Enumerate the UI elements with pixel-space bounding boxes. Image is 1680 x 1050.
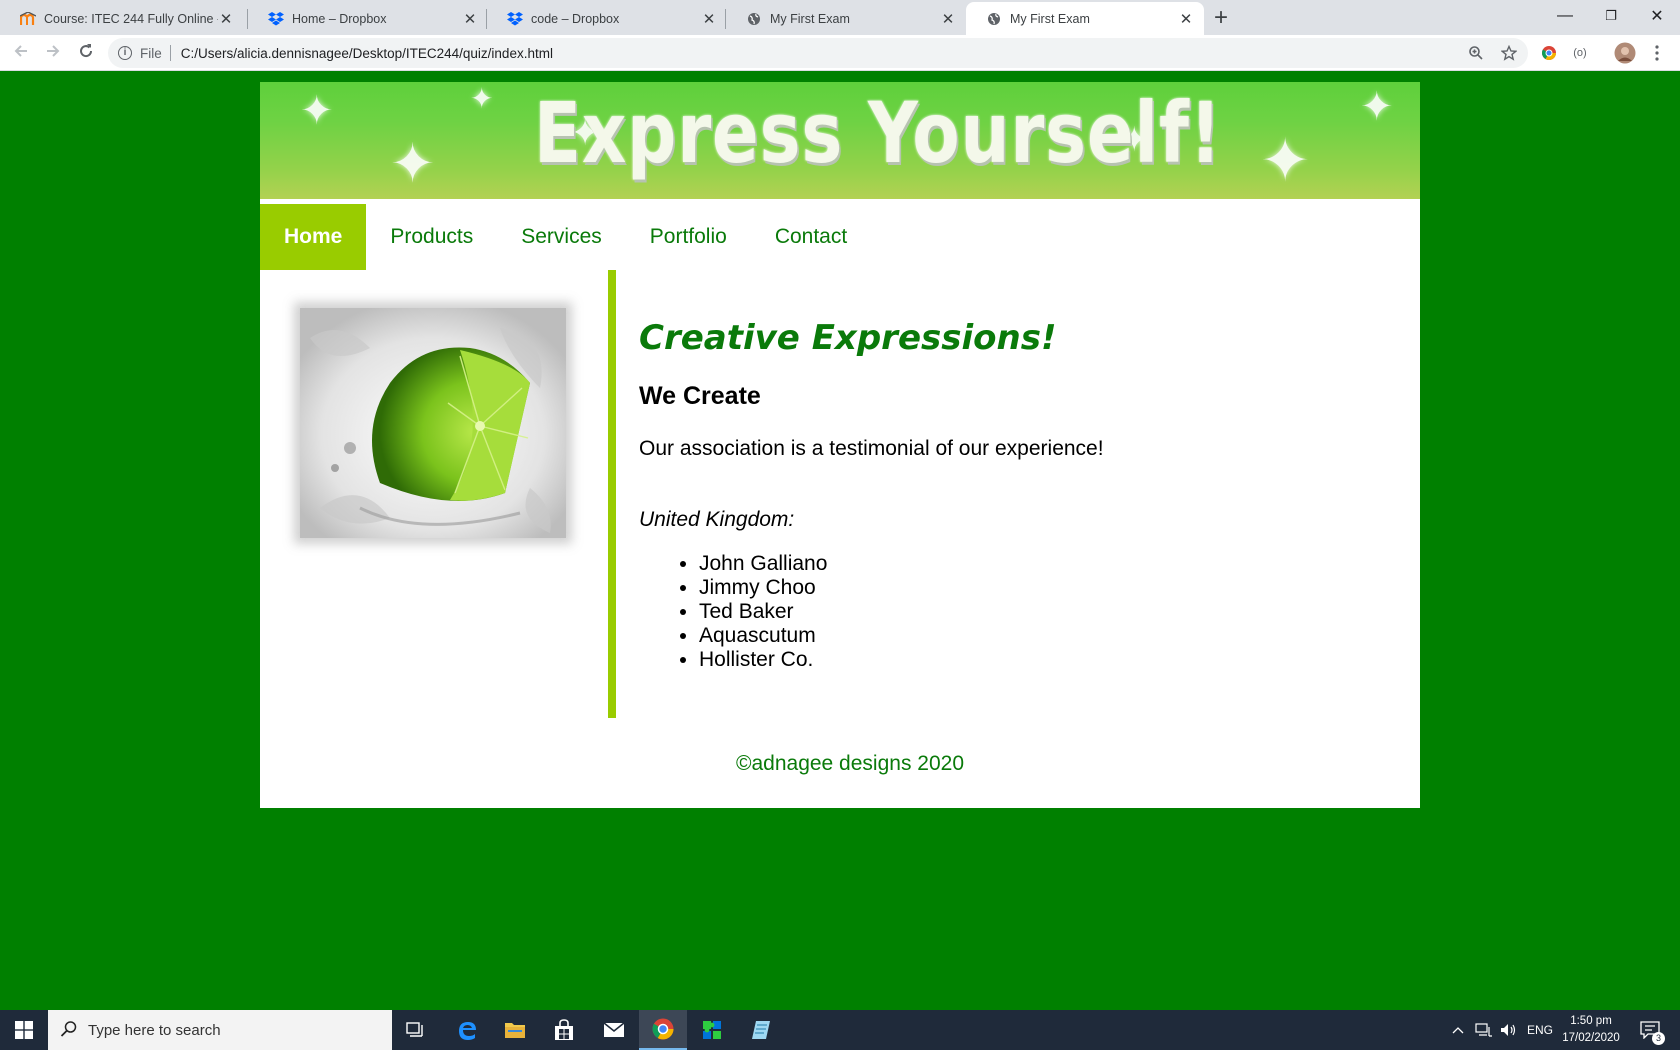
- moodle-icon: [20, 11, 36, 27]
- tab-title: Home – Dropbox: [292, 11, 387, 26]
- tab-title: My First Exam: [770, 11, 850, 26]
- nav-contact[interactable]: Contact: [751, 204, 871, 270]
- sparkle-icon: ✦: [300, 89, 334, 133]
- list-item: Aquascutum: [699, 624, 827, 648]
- bookmark-star-icon[interactable]: [1498, 42, 1520, 64]
- reload-icon: [80, 44, 93, 58]
- puzzle-icon: [703, 1021, 721, 1039]
- notepad-icon: [752, 1021, 770, 1039]
- windows-taskbar: Type here to search ENG 1:50 pm 17/02/20…: [0, 1010, 1680, 1050]
- folder-icon: [505, 1023, 525, 1038]
- nav-products[interactable]: Products: [366, 204, 497, 270]
- site-banner: ✦ ✦ ✦ ✦ ✦ ✦ ✦ Express Yourself!: [260, 82, 1420, 199]
- file-explorer-app-button[interactable]: [491, 1010, 539, 1050]
- task-view-icon: [406, 1022, 423, 1037]
- notification-count-badge: 3: [1652, 1032, 1665, 1045]
- store-bag-icon: [555, 1019, 573, 1040]
- chevron-up-icon: [1452, 1027, 1464, 1034]
- dropbox-icon: [507, 11, 523, 27]
- chrome-extension-icon[interactable]: [1538, 42, 1560, 64]
- region-label: United Kingdom:: [639, 508, 795, 531]
- arrow-right-icon: [47, 45, 60, 57]
- menu-kebab-icon[interactable]: [1646, 42, 1668, 64]
- puzzle-app-button[interactable]: [688, 1010, 736, 1050]
- restore-button[interactable]: ❐: [1588, 0, 1634, 32]
- clock-date: 17/02/2020: [1562, 1032, 1620, 1044]
- clock-time: 1:50 pm: [1570, 1015, 1612, 1027]
- globe-icon: [746, 11, 762, 27]
- tab-title: code – Dropbox: [531, 11, 620, 26]
- tab-course-itec244[interactable]: Course: ITEC 244 Fully Online - In ✕: [0, 2, 244, 35]
- close-tab-icon[interactable]: ✕: [701, 10, 717, 28]
- site-info-icon[interactable]: i: [118, 46, 132, 60]
- search-placeholder: Type here to search: [88, 1021, 221, 1039]
- nav-services[interactable]: Services: [497, 204, 626, 270]
- chrome-icon: [652, 1018, 674, 1040]
- browser-tab-bar: Course: ITEC 244 Fully Online - In ✕ Hom…: [0, 0, 1680, 35]
- notepad-app-button[interactable]: [737, 1010, 785, 1050]
- content-divider: [608, 270, 616, 718]
- reload-button[interactable]: [74, 41, 98, 65]
- mail-app-button[interactable]: [590, 1010, 638, 1050]
- page-heading: Creative Expressions!: [639, 318, 1057, 358]
- volume-icon[interactable]: [1500, 1010, 1518, 1050]
- zoom-icon[interactable]: [1465, 42, 1487, 64]
- task-view-button[interactable]: [392, 1010, 440, 1050]
- nav-portfolio[interactable]: Portfolio: [626, 204, 751, 270]
- globe-icon: [986, 11, 1002, 27]
- store-app-button[interactable]: [540, 1010, 588, 1050]
- browser-toolbar: i File C:/Users/alicia.dennisnagee/Deskt…: [0, 35, 1680, 71]
- network-icon[interactable]: [1475, 1010, 1493, 1050]
- sparkle-icon: ✦: [1360, 85, 1394, 129]
- minimize-button[interactable]: —: [1542, 0, 1588, 32]
- close-tab-icon[interactable]: ✕: [462, 10, 478, 28]
- designer-list: John Galliano Jimmy Choo Ted Baker Aquas…: [699, 552, 827, 672]
- action-center-button[interactable]: 3: [1640, 1010, 1665, 1050]
- mail-icon: [603, 1022, 625, 1037]
- show-hidden-icons[interactable]: [1452, 1010, 1464, 1050]
- close-tab-icon[interactable]: ✕: [940, 10, 956, 28]
- dropbox-icon: [268, 11, 284, 27]
- tab-my-first-exam[interactable]: My First Exam ✕: [726, 2, 966, 35]
- tab-code-dropbox[interactable]: code – Dropbox ✕: [487, 2, 727, 35]
- list-item: John Galliano: [699, 552, 827, 576]
- new-tab-button[interactable]: +: [1214, 4, 1228, 32]
- lime-image: [300, 308, 566, 538]
- main-nav: Home Products Services Portfolio Contact: [260, 204, 871, 270]
- url-text[interactable]: C:/Users/alicia.dennisnagee/Desktop/ITEC…: [181, 46, 553, 61]
- edge-app-button[interactable]: [443, 1010, 491, 1050]
- page-container: ✦ ✦ ✦ ✦ ✦ ✦ ✦ Express Yourself! Home Pro…: [260, 82, 1420, 808]
- nav-home[interactable]: Home: [260, 204, 367, 270]
- profile-avatar[interactable]: [1614, 42, 1636, 64]
- banner-title: Express Yourself!: [534, 84, 1222, 182]
- arrow-left-icon: [14, 45, 27, 57]
- tab-title: Course: ITEC 244 Fully Online - In: [44, 11, 218, 26]
- system-clock[interactable]: 1:50 pm 17/02/2020: [1546, 1013, 1636, 1047]
- close-tab-icon[interactable]: ✕: [218, 10, 234, 28]
- list-item: Jimmy Choo: [699, 576, 827, 600]
- taskbar-search-box[interactable]: Type here to search: [48, 1010, 392, 1050]
- edge-icon: [459, 1022, 476, 1040]
- tab-title: My First Exam: [1010, 11, 1090, 26]
- address-bar[interactable]: i File C:/Users/alicia.dennisnagee/Deskt…: [108, 38, 1528, 68]
- close-window-button[interactable]: ✕: [1634, 0, 1680, 32]
- back-button[interactable]: [9, 41, 33, 65]
- list-item: Hollister Co.: [699, 648, 827, 672]
- search-icon: [60, 1020, 78, 1043]
- start-button[interactable]: [0, 1010, 48, 1050]
- scheme-label: File: [140, 45, 162, 61]
- tab-my-first-exam-active[interactable]: My First Exam ✕: [966, 2, 1204, 35]
- intro-paragraph: Our association is a testimonial of our …: [639, 437, 1104, 460]
- section-subheading: We Create: [639, 382, 761, 410]
- forward-button[interactable]: [41, 41, 65, 65]
- windows-logo-icon: [15, 1021, 33, 1039]
- site-footer: ©adnagee designs 2020: [736, 752, 964, 775]
- chrome-app-button[interactable]: [639, 1010, 687, 1050]
- list-item: Ted Baker: [699, 600, 827, 624]
- close-tab-icon[interactable]: ✕: [1178, 10, 1194, 28]
- tab-home-dropbox[interactable]: Home – Dropbox ✕: [248, 2, 488, 35]
- cast-extension-icon[interactable]: (o): [1569, 42, 1591, 64]
- address-divider: [169, 45, 171, 61]
